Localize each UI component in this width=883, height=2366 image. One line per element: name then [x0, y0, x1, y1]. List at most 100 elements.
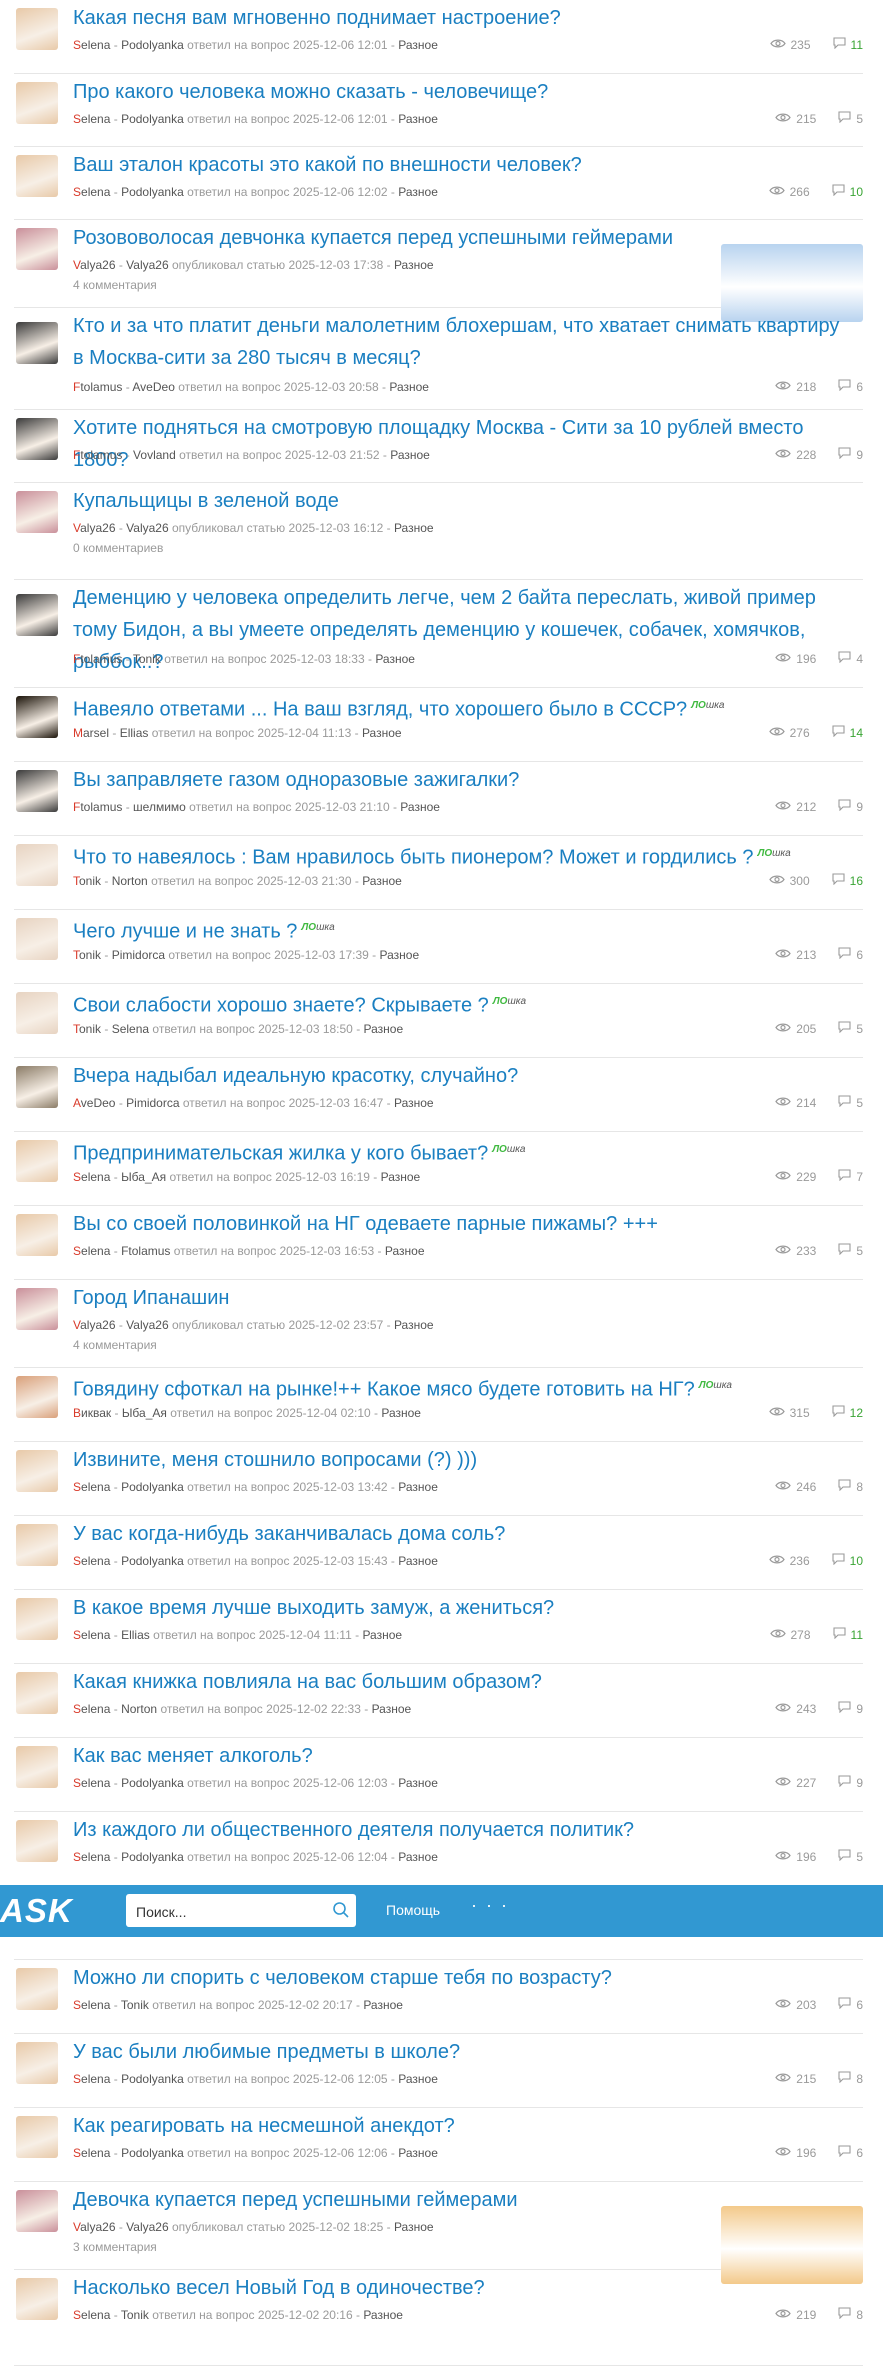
- avatar[interactable]: [16, 155, 58, 197]
- responder-link[interactable]: Selena: [112, 1022, 149, 1036]
- category-link[interactable]: Разное: [400, 800, 440, 814]
- avatar[interactable]: [16, 2042, 58, 2084]
- author-link[interactable]: Ftolamus: [73, 380, 122, 394]
- question-title-link[interactable]: Насколько весел Новый Год в одиночестве?: [73, 2272, 843, 2304]
- responder-link[interactable]: Podolyanka: [121, 1776, 184, 1790]
- responder-link[interactable]: Ыба_Ая: [122, 1406, 167, 1420]
- question-title-link[interactable]: Город Ипанашин: [73, 1282, 843, 1314]
- question-title-link[interactable]: Извините, меня стошнило вопросами (?) ))…: [73, 1444, 843, 1476]
- responder-link[interactable]: Tonik: [121, 2308, 149, 2322]
- question-title-link[interactable]: Какая песня вам мгновенно поднимает наст…: [73, 2, 843, 34]
- avatar[interactable]: [16, 322, 58, 364]
- category-link[interactable]: Разное: [394, 1096, 434, 1110]
- author-link[interactable]: Selena: [73, 185, 110, 199]
- avatar[interactable]: [16, 1672, 58, 1714]
- search-icon[interactable]: [332, 1901, 350, 1924]
- category-link[interactable]: Разное: [394, 2220, 434, 2234]
- responder-link[interactable]: Valya26: [126, 521, 168, 535]
- avatar[interactable]: [16, 696, 58, 738]
- question-title-link[interactable]: У вас когда-нибудь заканчивалась дома со…: [73, 1518, 843, 1550]
- category-link[interactable]: Разное: [390, 448, 430, 462]
- question-title-link[interactable]: В какое время лучше выходить замуж, а же…: [73, 1592, 843, 1624]
- avatar[interactable]: [16, 1376, 58, 1418]
- responder-link[interactable]: Valya26: [126, 258, 168, 272]
- avatar[interactable]: [16, 1746, 58, 1788]
- site-logo[interactable]: ASK: [0, 1893, 112, 1929]
- category-link[interactable]: Разное: [363, 2308, 403, 2322]
- responder-link[interactable]: AveDeo: [132, 380, 174, 394]
- category-link[interactable]: Разное: [398, 1776, 438, 1790]
- question-title-link[interactable]: Про какого человека можно сказать - чело…: [73, 76, 843, 108]
- author-link[interactable]: Ftolamus: [73, 800, 122, 814]
- author-link[interactable]: Selena: [73, 2146, 110, 2160]
- author-link[interactable]: Valya26: [73, 2220, 116, 2234]
- question-title-link[interactable]: Девочка купается перед успешными геймера…: [73, 2184, 693, 2216]
- question-title-link[interactable]: Как реагировать на несмешной анекдот?: [73, 2110, 843, 2142]
- avatar[interactable]: [16, 8, 58, 50]
- avatar[interactable]: [16, 1214, 58, 1256]
- author-link[interactable]: Valya26: [73, 521, 116, 535]
- avatar[interactable]: [16, 2278, 58, 2320]
- question-title-link[interactable]: Чего лучше и не знать ? ЛОшка: [73, 912, 843, 948]
- question-title-link[interactable]: Что то навеялось : Вам нравилось быть пи…: [73, 838, 843, 874]
- avatar[interactable]: [16, 228, 58, 270]
- category-link[interactable]: Разное: [364, 1022, 404, 1036]
- comments-count[interactable]: 4 комментария: [73, 1338, 157, 1352]
- category-link[interactable]: Разное: [398, 38, 438, 52]
- question-title-link[interactable]: Из каждого ли общественного деятеля полу…: [73, 1814, 843, 1846]
- avatar[interactable]: [16, 1066, 58, 1108]
- category-link[interactable]: Разное: [398, 2146, 438, 2160]
- author-link[interactable]: Selena: [73, 1776, 110, 1790]
- author-link[interactable]: Виквак: [73, 1406, 111, 1420]
- responder-link[interactable]: шелмимо: [133, 800, 186, 814]
- category-link[interactable]: Разное: [372, 1702, 412, 1716]
- category-link[interactable]: Разное: [398, 185, 438, 199]
- author-link[interactable]: Ftolamus: [73, 448, 122, 462]
- question-title-link[interactable]: Вы заправляете газом одноразовые зажигал…: [73, 764, 843, 796]
- responder-link[interactable]: Podolyanka: [121, 1554, 184, 1568]
- category-link[interactable]: Разное: [394, 258, 434, 272]
- responder-link[interactable]: Ellias: [120, 726, 149, 740]
- author-link[interactable]: Tonik: [73, 874, 101, 888]
- avatar[interactable]: [16, 992, 58, 1034]
- question-title-link[interactable]: Вы со своей половинкой на НГ одеваете па…: [73, 1208, 843, 1240]
- author-link[interactable]: Tonik: [73, 1022, 101, 1036]
- category-link[interactable]: Разное: [385, 1244, 425, 1258]
- author-link[interactable]: Selena: [73, 1998, 110, 2012]
- responder-link[interactable]: Podolyanka: [121, 112, 184, 126]
- category-link[interactable]: Разное: [362, 726, 402, 740]
- question-title-link[interactable]: Вчера надыбал идеальную красотку, случай…: [73, 1060, 843, 1092]
- question-title-link[interactable]: Говядину сфоткал на рынке!++ Какое мясо …: [73, 1370, 843, 1406]
- avatar[interactable]: [16, 770, 58, 812]
- author-link[interactable]: Selena: [73, 2072, 110, 2086]
- responder-link[interactable]: Tonik: [133, 652, 161, 666]
- author-link[interactable]: AveDeo: [73, 1096, 115, 1110]
- question-title-link[interactable]: Хотите подняться на смотровую площадку М…: [73, 412, 843, 476]
- category-link[interactable]: Разное: [394, 521, 434, 535]
- author-link[interactable]: Selena: [73, 1170, 110, 1184]
- responder-link[interactable]: Tonik: [121, 1998, 149, 2012]
- comments-count[interactable]: 3 комментария: [73, 2240, 157, 2254]
- author-link[interactable]: Valya26: [73, 258, 116, 272]
- responder-link[interactable]: Pimidorca: [126, 1096, 179, 1110]
- author-link[interactable]: Marsel: [73, 726, 109, 740]
- category-link[interactable]: Разное: [398, 2072, 438, 2086]
- author-link[interactable]: Selena: [73, 1554, 110, 1568]
- avatar[interactable]: [16, 594, 58, 636]
- author-link[interactable]: Selena: [73, 1244, 110, 1258]
- category-link[interactable]: Разное: [394, 1318, 434, 1332]
- question-title-link[interactable]: Купальщицы в зеленой воде: [73, 485, 843, 517]
- author-link[interactable]: Selena: [73, 1480, 110, 1494]
- category-link[interactable]: Разное: [380, 948, 420, 962]
- avatar[interactable]: [16, 844, 58, 886]
- question-title-link[interactable]: Можно ли спорить с человеком старше тебя…: [73, 1962, 843, 1994]
- avatar[interactable]: [16, 1524, 58, 1566]
- responder-link[interactable]: Norton: [121, 1702, 157, 1716]
- category-link[interactable]: Разное: [381, 1170, 421, 1184]
- question-title-link[interactable]: Ваш эталон красоты это какой по внешност…: [73, 149, 843, 181]
- avatar[interactable]: [16, 1968, 58, 2010]
- author-link[interactable]: Selena: [73, 1850, 110, 1864]
- avatar[interactable]: [16, 1140, 58, 1182]
- responder-link[interactable]: Podolyanka: [121, 1480, 184, 1494]
- category-link[interactable]: Разное: [398, 1480, 438, 1494]
